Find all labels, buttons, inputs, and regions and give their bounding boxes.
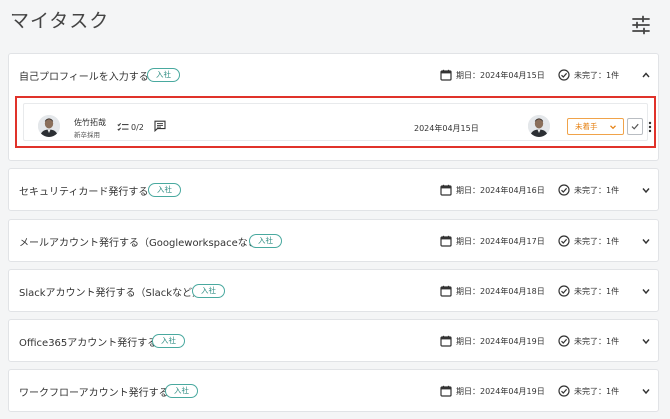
task-status: 未完了：1件 [558,235,619,247]
status-select-value: 未着手 [575,122,598,131]
task-status-text: 未完了：1件 [574,70,620,80]
task-title: Slackアカウント発行する（Slackなど） [19,287,203,299]
check-circle-icon [558,335,570,347]
check-circle-icon [558,235,570,247]
task-due-text: 期日：2024年04月17日 [456,236,545,246]
page-title: マイタスク [10,10,110,32]
chevron-down-icon[interactable] [640,285,652,297]
task-card[interactable]: メールアカウント発行する（Googleworkspaceなど） 入社 期日：20… [8,219,659,262]
task-due: 期日：2024年04月19日 [440,335,545,347]
complete-button[interactable] [627,118,643,135]
task-tag: 入社 [192,284,225,298]
assignee-role: 新卒採用 [74,131,100,139]
person-photo-icon [528,115,550,137]
task-title: メールアカウント発行する（Googleworkspaceなど） [19,237,268,249]
check-circle-icon [558,184,570,196]
assignee-name: 佐竹拓哉 [74,118,106,127]
task-due-text: 期日：2024年04月16日 [456,185,545,195]
task-status: 未完了：1件 [558,184,619,196]
calendar-icon [440,285,452,297]
task-due-text: 期日：2024年04月19日 [456,336,545,346]
chevron-down-icon[interactable] [640,235,652,247]
task-title: セキュリティカード発行する [19,186,149,198]
calendar-icon [440,69,452,81]
check-circle-icon [558,69,570,81]
checklist-text: 0/2 [131,122,144,132]
filter-sliders-icon [632,15,650,35]
task-title: ワークフローアカウント発行する [19,387,169,399]
subtask-row[interactable]: 佐竹拓哉 新卒採用 0/2 2024年04月15日 未着手 [15,96,656,148]
task-due: 期日：2024年04月15日 [440,69,545,81]
calendar-icon [440,184,452,196]
check-circle-icon [558,385,570,397]
status-select[interactable]: 未着手 [567,118,624,135]
task-due-text: 期日：2024年04月19日 [456,386,545,396]
task-due: 期日：2024年04月18日 [440,285,545,297]
task-title: 自己プロフィールを入力する [19,71,149,83]
task-status-text: 未完了：1件 [574,236,620,246]
task-due-text: 期日：2024年04月18日 [456,286,545,296]
task-card-header[interactable]: 自己プロフィールを入力する 入社 期日：2024年04月15日 未完了：1件 [9,54,658,96]
task-due-text: 期日：2024年04月15日 [456,70,545,80]
task-tag: 入社 [148,183,181,197]
task-status: 未完了：1件 [558,385,619,397]
task-status: 未完了：1件 [558,285,619,297]
person-photo-icon [38,115,60,137]
calendar-icon [440,235,452,247]
chevron-down-icon[interactable] [640,335,652,347]
chevron-down-icon[interactable] [640,385,652,397]
task-card[interactable]: ワークフローアカウント発行する 入社 期日：2024年04月19日 未完了：1件 [8,369,659,412]
task-tag: 入社 [249,234,282,248]
calendar-icon [440,385,452,397]
task-card-header[interactable]: ワークフローアカウント発行する 入社 期日：2024年04月19日 未完了：1件 [9,370,658,412]
chevron-down-icon [610,125,616,130]
filter-button[interactable] [629,14,653,36]
more-vertical-icon[interactable] [646,120,654,134]
chevron-down-icon[interactable] [640,184,652,196]
chevron-up-icon[interactable] [640,69,652,81]
task-due: 期日：2024年04月17日 [440,235,545,247]
task-card[interactable]: セキュリティカード発行する 入社 期日：2024年04月16日 未完了：1件 [8,168,659,211]
task-title: Office365アカウント発行する [19,337,158,349]
task-card-header[interactable]: セキュリティカード発行する 入社 期日：2024年04月16日 未完了：1件 [9,169,658,211]
subtask-date: 2024年04月15日 [414,124,479,133]
task-status-text: 未完了：1件 [574,336,620,346]
task-status-text: 未完了：1件 [574,185,620,195]
avatar [38,115,60,137]
task-card: 自己プロフィールを入力する 入社 期日：2024年04月15日 未完了：1件 佐… [8,53,659,161]
task-status-text: 未完了：1件 [574,286,620,296]
subtask-inner: 佐竹拓哉 新卒採用 0/2 2024年04月15日 未着手 [23,103,652,141]
checklist-count: 0/2 [117,122,144,132]
task-card-header[interactable]: Office365アカウント発行する 入社 期日：2024年04月19日 未完了… [9,320,658,362]
task-status: 未完了：1件 [558,335,619,347]
calendar-icon [440,335,452,347]
task-tag: 入社 [147,68,180,82]
task-tag: 入社 [165,384,198,398]
task-status-text: 未完了：1件 [574,386,620,396]
task-card-header[interactable]: Slackアカウント発行する（Slackなど） 入社 期日：2024年04月18… [9,270,658,312]
task-card-header[interactable]: メールアカウント発行する（Googleworkspaceなど） 入社 期日：20… [9,220,658,262]
task-due: 期日：2024年04月19日 [440,385,545,397]
checklist-icon [117,122,129,131]
checkmark-icon [631,123,639,130]
task-tag: 入社 [152,334,185,348]
avatar [528,115,550,137]
task-status: 未完了：1件 [558,69,619,81]
task-card[interactable]: Office365アカウント発行する 入社 期日：2024年04月19日 未完了… [8,319,659,362]
task-due: 期日：2024年04月16日 [440,184,545,196]
comment-icon[interactable] [154,120,166,132]
check-circle-icon [558,285,570,297]
task-card[interactable]: Slackアカウント発行する（Slackなど） 入社 期日：2024年04月18… [8,269,659,312]
